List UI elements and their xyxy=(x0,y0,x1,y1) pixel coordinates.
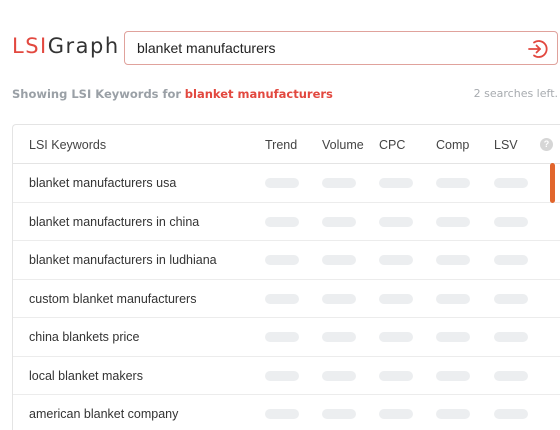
keyword-text[interactable]: china blankets price xyxy=(29,330,139,344)
table-row[interactable]: custom blanket manufacturers xyxy=(13,280,560,318)
results-info: Showing LSI Keywords for blanket manufac… xyxy=(12,87,558,103)
trend-placeholder xyxy=(265,255,299,265)
search-box xyxy=(124,31,558,65)
results-term: blanket manufacturers xyxy=(184,87,333,101)
table-header: LSI Keywords Trend Volume CPC Comp LSV ? xyxy=(13,125,560,164)
table-row[interactable]: blanket manufacturers in ludhiana xyxy=(13,241,560,280)
lsv-placeholder xyxy=(494,332,528,342)
trend-placeholder xyxy=(265,370,299,381)
comp-placeholder xyxy=(436,216,470,227)
comp-placeholder xyxy=(436,370,470,381)
cpc-placeholder xyxy=(379,409,413,419)
cpc-placeholder xyxy=(379,293,413,304)
comp-placeholder xyxy=(436,178,470,188)
table-row[interactable]: american blanket company xyxy=(13,395,560,430)
trend-placeholder xyxy=(265,178,299,188)
lsv-placeholder xyxy=(494,178,528,188)
logo-lsi: LSI xyxy=(12,34,48,58)
comp-placeholder xyxy=(436,409,470,419)
keyword-text[interactable]: blanket manufacturers usa xyxy=(29,176,176,190)
table-row[interactable]: blanket manufacturers in china xyxy=(13,203,560,241)
lsv-placeholder xyxy=(494,409,528,419)
searches-remaining: 2 searches left. xyxy=(473,87,558,100)
header: LSIGraph xyxy=(0,0,560,80)
results-prefix: Showing LSI Keywords for xyxy=(12,87,182,101)
lsv-placeholder xyxy=(494,255,528,265)
cpc-placeholder xyxy=(379,178,413,188)
keyword-text[interactable]: blanket manufacturers in china xyxy=(29,215,199,229)
sign-in-arrow-icon[interactable] xyxy=(527,38,549,60)
table-row[interactable]: china blankets price xyxy=(13,318,560,357)
column-header-trend[interactable]: Trend xyxy=(265,138,297,152)
keywords-table: LSI Keywords Trend Volume CPC Comp LSV ?… xyxy=(12,124,560,430)
trend-placeholder xyxy=(265,332,299,342)
search-input[interactable] xyxy=(137,32,507,64)
logo[interactable]: LSIGraph xyxy=(12,34,120,58)
column-header-volume[interactable]: Volume xyxy=(322,138,364,152)
lsv-placeholder xyxy=(494,370,528,381)
volume-placeholder xyxy=(322,370,356,381)
column-header-cpc[interactable]: CPC xyxy=(379,138,405,152)
volume-placeholder xyxy=(322,216,356,227)
scrollbar-thumb[interactable] xyxy=(550,163,555,203)
lsv-placeholder xyxy=(494,293,528,304)
column-header-comp[interactable]: Comp xyxy=(436,138,469,152)
comp-placeholder xyxy=(436,332,470,342)
trend-placeholder xyxy=(265,216,299,227)
keyword-text[interactable]: american blanket company xyxy=(29,407,178,421)
cpc-placeholder xyxy=(379,255,413,265)
logo-graph: Graph xyxy=(47,34,120,58)
cpc-placeholder xyxy=(379,216,413,227)
volume-placeholder xyxy=(322,409,356,419)
cpc-placeholder xyxy=(379,332,413,342)
table-row[interactable]: local blanket makers xyxy=(13,357,560,395)
volume-placeholder xyxy=(322,255,356,265)
keyword-text[interactable]: blanket manufacturers in ludhiana xyxy=(29,253,217,267)
column-header-lsv[interactable]: LSV xyxy=(494,138,518,152)
keyword-text[interactable]: custom blanket manufacturers xyxy=(29,292,196,306)
trend-placeholder xyxy=(265,293,299,304)
keyword-text[interactable]: local blanket makers xyxy=(29,369,143,383)
column-header-keywords[interactable]: LSI Keywords xyxy=(29,138,106,152)
comp-placeholder xyxy=(436,293,470,304)
lsv-placeholder xyxy=(494,216,528,227)
question-circle-icon[interactable]: ? xyxy=(540,138,553,151)
trend-placeholder xyxy=(265,409,299,419)
volume-placeholder xyxy=(322,332,356,342)
volume-placeholder xyxy=(322,178,356,188)
volume-placeholder xyxy=(322,293,356,304)
comp-placeholder xyxy=(436,255,470,265)
table-row[interactable]: blanket manufacturers usa xyxy=(13,164,560,203)
cpc-placeholder xyxy=(379,370,413,381)
